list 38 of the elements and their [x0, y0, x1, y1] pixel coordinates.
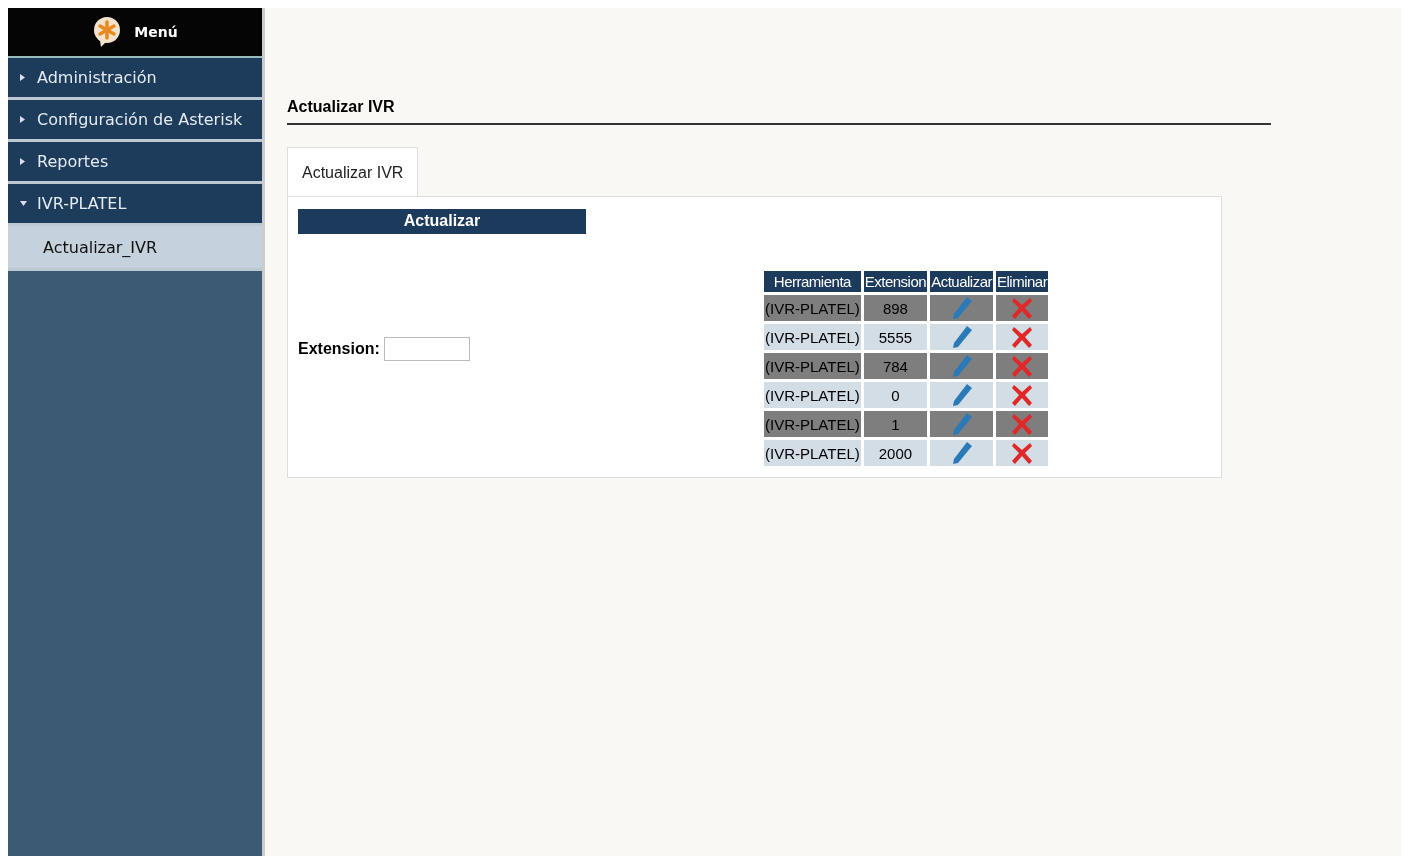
column-header: Actualizar — [930, 271, 993, 292]
pencil-icon[interactable] — [950, 441, 973, 465]
column-header: Extension — [863, 271, 928, 292]
table-cell: 2000 — [863, 440, 928, 466]
table-cell: (IVR-PLATEL) — [764, 411, 861, 437]
extension-input-field[interactable] — [383, 336, 470, 361]
nav-item[interactable]: Reportes — [8, 142, 262, 184]
caret-right-icon — [20, 74, 25, 81]
table-cell: (IVR-PLATEL) — [764, 440, 861, 466]
page-heading: Actualizar IVR — [287, 98, 1271, 125]
delete-icon[interactable] — [1011, 383, 1034, 407]
nav-subitem[interactable]: Actualizar_IVR — [8, 226, 262, 271]
pencil-icon[interactable] — [950, 325, 973, 349]
table-cell: (IVR-PLATEL) — [764, 324, 861, 350]
field-label: Extension: — [298, 339, 380, 358]
column-header: Herramienta — [764, 271, 861, 292]
column-header: Eliminar — [996, 271, 1049, 292]
menu-title: Menú — [134, 24, 178, 40]
nav-item[interactable]: IVR-PLATEL — [8, 184, 262, 226]
table-cell: 0 — [863, 382, 928, 408]
table-cell: 898 — [863, 295, 928, 321]
delete-icon[interactable] — [1011, 441, 1034, 465]
table-cell: (IVR-PLATEL) — [764, 382, 861, 408]
section-title-bar: Actualizar — [298, 209, 586, 234]
pencil-icon[interactable] — [950, 383, 973, 407]
table-cell: (IVR-PLATEL) — [764, 353, 861, 379]
caret-right-icon — [20, 116, 25, 123]
tab[interactable]: Actualizar IVR — [287, 147, 419, 196]
caret-right-icon — [20, 158, 25, 165]
asterisk-logo-icon — [92, 16, 123, 48]
table-cell: (IVR-PLATEL) — [764, 295, 861, 321]
table-cell: 784 — [863, 353, 928, 379]
delete-icon[interactable] — [1011, 325, 1034, 349]
caret-down-icon — [20, 201, 27, 206]
table-cell: 5555 — [863, 324, 928, 350]
nav-item[interactable]: Administración — [8, 58, 262, 100]
table-cell: 1 — [863, 411, 928, 437]
nav-item[interactable]: Configuración de Asterisk — [8, 100, 262, 142]
